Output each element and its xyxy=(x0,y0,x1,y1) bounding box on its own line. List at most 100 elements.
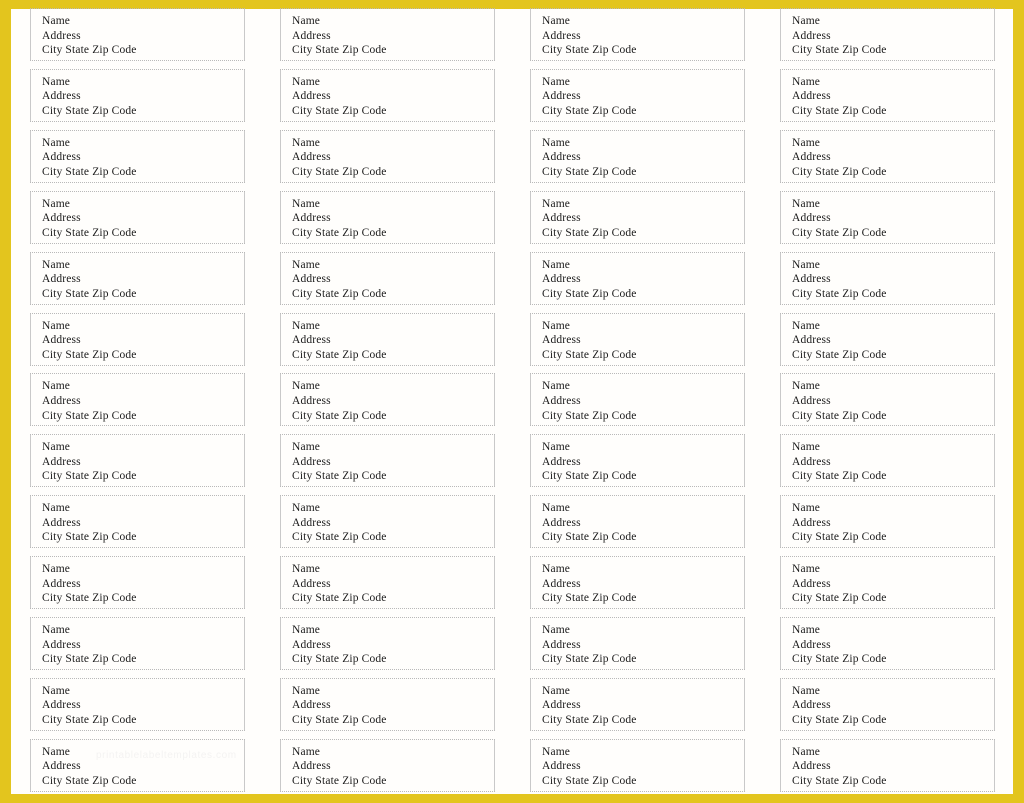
address-label-line-1: Name xyxy=(292,380,321,393)
address-label-line-1: Name xyxy=(292,197,321,210)
address-label-line-1: Name xyxy=(42,75,71,88)
address-label-cell[interactable]: Name Address City State Zip Code xyxy=(530,312,745,366)
address-label-text: Name Address City State Zip Code xyxy=(542,75,740,119)
address-label-line-3: City State Zip Code xyxy=(792,714,887,727)
address-label-cell[interactable]: Name Address City State Zip Code xyxy=(280,617,495,670)
address-label-line-3: City State Zip Code xyxy=(792,531,887,544)
address-label-text: Name Address City State Zip Code xyxy=(792,319,990,363)
address-label-line-3: City State Zip Code xyxy=(292,165,387,178)
address-label-line-3: City State Zip Code xyxy=(292,105,387,118)
address-label-cell[interactable]: Name Address City State Zip Code xyxy=(280,190,495,244)
address-label-line-2: Address xyxy=(542,516,581,529)
address-label-line-2: Address xyxy=(542,394,581,407)
address-label-line-3: City State Zip Code xyxy=(792,653,887,666)
address-label-cell[interactable]: Name Address City State Zip Code xyxy=(780,190,995,244)
address-label-line-3: City State Zip Code xyxy=(792,409,887,422)
address-label-cell[interactable]: Name Address City State Zip Code xyxy=(280,68,495,122)
address-label-cell[interactable]: Name Address City State Zip Code xyxy=(530,129,745,183)
address-label-cell[interactable]: Name Address City State Zip Code xyxy=(780,434,995,488)
address-label-cell[interactable]: Name Address City State Zip Code xyxy=(530,617,745,670)
address-label-cell[interactable]: Name Address City State Zip Code xyxy=(530,190,745,244)
address-label-cell[interactable]: Name Address City State Zip Code xyxy=(280,312,495,366)
address-label-cell[interactable]: Name Address City State Zip Code xyxy=(280,251,495,305)
address-label-cell[interactable]: Name Address City State Zip Code xyxy=(780,677,995,731)
address-label-line-3: City State Zip Code xyxy=(292,348,387,361)
address-label-line-2: Address xyxy=(292,638,331,651)
address-label-cell[interactable]: Name Address City State Zip Code xyxy=(30,68,245,122)
address-label-cell[interactable]: Name Address City State Zip Code xyxy=(30,495,245,549)
address-label-cell[interactable]: Name Address City State Zip Code xyxy=(30,738,245,792)
address-label-cell[interactable]: Name Address City State Zip Code xyxy=(780,251,995,305)
address-label-cell[interactable]: Name Address City State Zip Code xyxy=(530,8,745,61)
address-label-text: Name Address City State Zip Code xyxy=(292,319,490,363)
address-label-cell[interactable]: Name Address City State Zip Code xyxy=(780,617,995,670)
address-label-cell[interactable]: Name Address City State Zip Code xyxy=(30,129,245,183)
address-label-line-3: City State Zip Code xyxy=(542,165,637,178)
address-label-cell[interactable]: Name Address City State Zip Code xyxy=(780,68,995,122)
address-label-line-1: Name xyxy=(292,745,321,758)
address-label-cell[interactable]: Name Address City State Zip Code xyxy=(780,312,995,366)
address-label-line-1: Name xyxy=(292,15,321,27)
address-label-cell[interactable]: Name Address City State Zip Code xyxy=(530,434,745,488)
address-label-line-1: Name xyxy=(42,563,71,576)
address-label-cell[interactable]: Name Address City State Zip Code xyxy=(30,8,245,61)
address-label-line-1: Name xyxy=(292,319,321,332)
address-label-cell[interactable]: Name Address City State Zip Code xyxy=(30,373,245,427)
address-label-cell[interactable]: Name Address City State Zip Code xyxy=(530,68,745,122)
address-label-line-3: City State Zip Code xyxy=(792,287,887,300)
address-label-cell[interactable]: Name Address City State Zip Code xyxy=(280,434,495,488)
address-label-cell[interactable]: Name Address City State Zip Code xyxy=(280,556,495,610)
address-label-line-3: City State Zip Code xyxy=(792,774,887,787)
address-label-line-1: Name xyxy=(292,563,321,576)
address-label-line-2: Address xyxy=(792,29,831,42)
address-label-line-1: Name xyxy=(542,75,571,88)
address-label-cell[interactable]: Name Address City State Zip Code xyxy=(530,738,745,792)
address-label-cell[interactable]: Name Address City State Zip Code xyxy=(30,312,245,366)
address-label-cell[interactable]: Name Address City State Zip Code xyxy=(280,373,495,427)
address-label-cell[interactable]: Name Address City State Zip Code xyxy=(530,495,745,549)
address-label-cell[interactable]: Name Address City State Zip Code xyxy=(30,617,245,670)
address-label-line-3: City State Zip Code xyxy=(542,105,637,118)
address-label-cell[interactable]: Name Address City State Zip Code xyxy=(30,190,245,244)
address-label-cell[interactable]: Name Address City State Zip Code xyxy=(530,556,745,610)
address-label-line-3: City State Zip Code xyxy=(42,774,137,787)
address-label-line-2: Address xyxy=(42,699,81,712)
address-label-text: Name Address City State Zip Code xyxy=(292,379,490,423)
address-label-cell[interactable]: Name Address City State Zip Code xyxy=(530,677,745,731)
address-label-text: Name Address City State Zip Code xyxy=(542,745,740,789)
address-label-line-1: Name xyxy=(42,380,71,393)
address-label-text: Name Address City State Zip Code xyxy=(292,197,490,241)
address-label-line-3: City State Zip Code xyxy=(292,226,387,239)
address-label-cell[interactable]: Name Address City State Zip Code xyxy=(780,495,995,549)
address-label-cell[interactable]: Name Address City State Zip Code xyxy=(780,556,995,610)
address-label-line-3: City State Zip Code xyxy=(292,409,387,422)
address-label-cell[interactable]: Name Address City State Zip Code xyxy=(780,8,995,61)
address-label-cell[interactable]: Name Address City State Zip Code xyxy=(280,677,495,731)
address-label-cell[interactable]: Name Address City State Zip Code xyxy=(280,495,495,549)
address-label-text: Name Address City State Zip Code xyxy=(42,745,240,789)
address-label-text: Name Address City State Zip Code xyxy=(792,684,990,728)
address-label-cell[interactable]: Name Address City State Zip Code xyxy=(30,434,245,488)
address-label-text: Name Address City State Zip Code xyxy=(542,258,740,302)
address-label-line-3: City State Zip Code xyxy=(542,470,637,483)
address-label-cell[interactable]: Name Address City State Zip Code xyxy=(30,251,245,305)
address-label-text: Name Address City State Zip Code xyxy=(792,258,990,302)
address-label-cell[interactable]: Name Address City State Zip Code xyxy=(780,738,995,792)
address-label-line-2: Address xyxy=(42,760,81,773)
address-label-cell[interactable]: Name Address City State Zip Code xyxy=(280,129,495,183)
address-label-line-1: Name xyxy=(42,258,71,271)
address-label-text: Name Address City State Zip Code xyxy=(42,197,240,241)
address-label-line-3: City State Zip Code xyxy=(42,165,137,178)
address-label-cell[interactable]: Name Address City State Zip Code xyxy=(530,373,745,427)
address-label-line-2: Address xyxy=(792,638,831,651)
address-label-cell[interactable]: Name Address City State Zip Code xyxy=(30,677,245,731)
address-label-cell[interactable]: Name Address City State Zip Code xyxy=(780,129,995,183)
address-label-cell[interactable]: Name Address City State Zip Code xyxy=(280,738,495,792)
address-label-cell[interactable]: Name Address City State Zip Code xyxy=(30,556,245,610)
address-label-line-2: Address xyxy=(42,273,81,286)
address-label-cell[interactable]: Name Address City State Zip Code xyxy=(780,373,995,427)
address-label-line-3: City State Zip Code xyxy=(542,226,637,239)
address-label-line-1: Name xyxy=(42,15,71,27)
address-label-cell[interactable]: Name Address City State Zip Code xyxy=(530,251,745,305)
address-label-cell[interactable]: Name Address City State Zip Code xyxy=(280,8,495,61)
